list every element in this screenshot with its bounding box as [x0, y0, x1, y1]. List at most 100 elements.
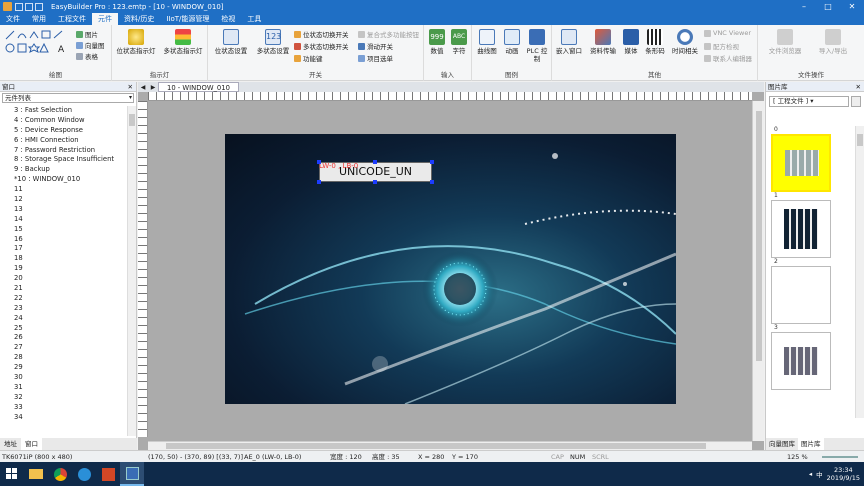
selection-handle[interactable] — [317, 180, 321, 184]
selection-handle[interactable] — [430, 180, 434, 184]
menu-file[interactable]: 文件 — [0, 13, 26, 25]
table-button[interactable]: 表格 — [76, 51, 98, 61]
thumbnail-keypad-light[interactable] — [771, 332, 831, 390]
tree-item[interactable]: 23 — [0, 304, 124, 314]
tree-item[interactable]: 20 — [0, 274, 124, 284]
library-settings-button[interactable] — [851, 96, 861, 107]
file-browser-button[interactable]: 文件浏览器 — [762, 29, 808, 55]
thumbnail-keypad-dark[interactable] — [771, 200, 831, 258]
ascii-button[interactable]: ABC 字符 — [448, 29, 470, 55]
trend-button[interactable]: 曲线图 — [474, 29, 500, 55]
embedded-window-button[interactable]: 嵌入窗口 — [554, 29, 584, 55]
menu-home[interactable]: 常用 — [26, 13, 52, 25]
tree-item[interactable]: 15 — [0, 225, 124, 235]
tree-item[interactable]: 6 : HMI Connection — [0, 136, 124, 146]
function-key-button[interactable]: 功能键 — [294, 53, 323, 63]
thumbnail-blank[interactable] — [771, 266, 831, 324]
quick-access-new-icon[interactable] — [15, 2, 23, 11]
tree-scrollbar[interactable] — [127, 106, 136, 436]
tree-item[interactable]: 27 — [0, 343, 124, 353]
recipe-view-button[interactable]: 配方检视 — [704, 41, 739, 51]
file-explorer-icon[interactable] — [24, 462, 48, 486]
library-source-combo[interactable]: [ 工程文件 ] ▾ — [769, 96, 849, 107]
close-icon[interactable]: ✕ — [128, 82, 133, 92]
hmi-screen-canvas[interactable]: UNICODE_UN LW-0 , LB-0 — [225, 134, 676, 404]
editor-vertical-scrollbar[interactable] — [752, 101, 764, 441]
tree-item[interactable]: 24 — [0, 314, 124, 324]
tree-item[interactable]: 7 : Password Restriction — [0, 146, 124, 156]
barcode-button[interactable]: 条形码 — [642, 29, 668, 55]
tab-prev-icon[interactable]: ◀ — [138, 84, 148, 91]
tree-item[interactable]: 19 — [0, 264, 124, 274]
menu-project[interactable]: 工程文件 — [52, 13, 92, 25]
tab-window-010[interactable]: 10 - WINDOW_010 — [158, 82, 239, 92]
quick-access-save-icon[interactable] — [35, 2, 43, 11]
set-bit-button[interactable]: 位状态设置 — [210, 29, 252, 55]
tree-item[interactable]: 34 — [0, 413, 124, 423]
selection-handle[interactable] — [373, 180, 377, 184]
draw-shapes-icon[interactable]: A — [4, 29, 70, 55]
minimize-button[interactable]: – — [792, 0, 816, 13]
thumbnail-keypad-gray[interactable] — [771, 134, 831, 192]
multi-state-switch-button[interactable]: 多状态切换开关 — [294, 41, 349, 51]
tree-item[interactable]: 3 : Fast Selection — [0, 106, 124, 116]
tree-item[interactable]: 9 : Backup — [0, 165, 124, 175]
start-icon[interactable] — [0, 462, 24, 486]
tree-item[interactable]: 14 — [0, 215, 124, 225]
animation-button[interactable]: 动画 — [500, 29, 524, 55]
tree-item[interactable]: 25 — [0, 324, 124, 334]
scroll-thumb[interactable] — [129, 114, 135, 126]
tree-item[interactable]: 33 — [0, 403, 124, 413]
menu-objects[interactable]: 元件 — [92, 13, 118, 25]
bit-lamp-button[interactable]: 位状态指示灯 — [114, 29, 158, 55]
tree-item[interactable]: *10 : WINDOW_010 — [0, 175, 124, 185]
word-lamp-button[interactable]: 多状态指示灯 — [160, 29, 206, 55]
tab-next-icon[interactable]: ▶ — [148, 84, 158, 91]
menu-view[interactable]: 检视 — [215, 13, 241, 25]
tree-item[interactable]: 30 — [0, 373, 124, 383]
tree-item[interactable]: 5 : Device Response — [0, 126, 124, 136]
tree-item[interactable]: 29 — [0, 363, 124, 373]
slide-switch-button[interactable]: 滑动开关 — [358, 41, 393, 51]
scroll-thumb[interactable] — [857, 134, 863, 146]
clock[interactable]: 23:34 2019/9/15 — [827, 466, 860, 482]
input-language[interactable]: 中 — [816, 469, 823, 479]
tree-item[interactable]: 17 — [0, 244, 124, 254]
tree-item[interactable]: 32 — [0, 393, 124, 403]
k-app-icon[interactable] — [72, 462, 96, 486]
tab-vector-library[interactable]: 向量图库 — [766, 438, 798, 450]
time-related-button[interactable]: 时间相关 — [668, 29, 702, 55]
menu-data-history[interactable]: 资料/历史 — [118, 13, 160, 25]
tree-item[interactable]: 8 : Storage Space Insufficient — [0, 155, 124, 165]
tree-item[interactable]: 21 — [0, 284, 124, 294]
data-transfer-button[interactable]: 资料传输 — [586, 29, 620, 55]
toggle-switch-button[interactable]: 位状态切换开关 — [294, 29, 349, 39]
menu-tools[interactable]: 工具 — [241, 13, 267, 25]
tree-item[interactable]: 22 — [0, 294, 124, 304]
picture-button[interactable]: 图片 — [76, 29, 98, 39]
maximize-button[interactable]: □ — [816, 0, 840, 13]
tab-address[interactable]: 地址 — [0, 438, 21, 450]
tree-item[interactable]: 31 — [0, 383, 124, 393]
media-button[interactable]: 媒体 — [620, 29, 642, 55]
tab-window[interactable]: 窗口 — [21, 438, 42, 450]
scroll-thumb[interactable] — [166, 443, 706, 449]
easybuilder-taskbar-icon[interactable] — [120, 462, 144, 486]
library-scrollbar[interactable] — [855, 126, 864, 418]
selection-handle[interactable] — [373, 160, 377, 164]
tree-item[interactable]: 26 — [0, 333, 124, 343]
close-button[interactable]: ✕ — [840, 0, 864, 13]
numeric-button[interactable]: 999 数值 — [426, 29, 448, 55]
vector-graphic-button[interactable]: 向量图 — [76, 40, 105, 50]
close-icon[interactable]: ✕ — [856, 82, 861, 92]
combo-button[interactable]: 复合式多功能按钮 — [358, 29, 419, 39]
option-list-button[interactable]: 项目选单 — [358, 53, 393, 63]
tree-item[interactable]: 12 — [0, 195, 124, 205]
object-list-combo[interactable]: 元件列表 ▾ — [2, 93, 134, 103]
tab-picture-library[interactable]: 图片库 — [798, 438, 824, 450]
tree-item[interactable]: 4 : Common Window — [0, 116, 124, 126]
selection-handle[interactable] — [430, 160, 434, 164]
menu-iiot[interactable]: IIoT/能源管理 — [160, 13, 215, 25]
powerpoint-icon[interactable] — [96, 462, 120, 486]
speaker-icon[interactable]: ◂ — [809, 470, 812, 478]
